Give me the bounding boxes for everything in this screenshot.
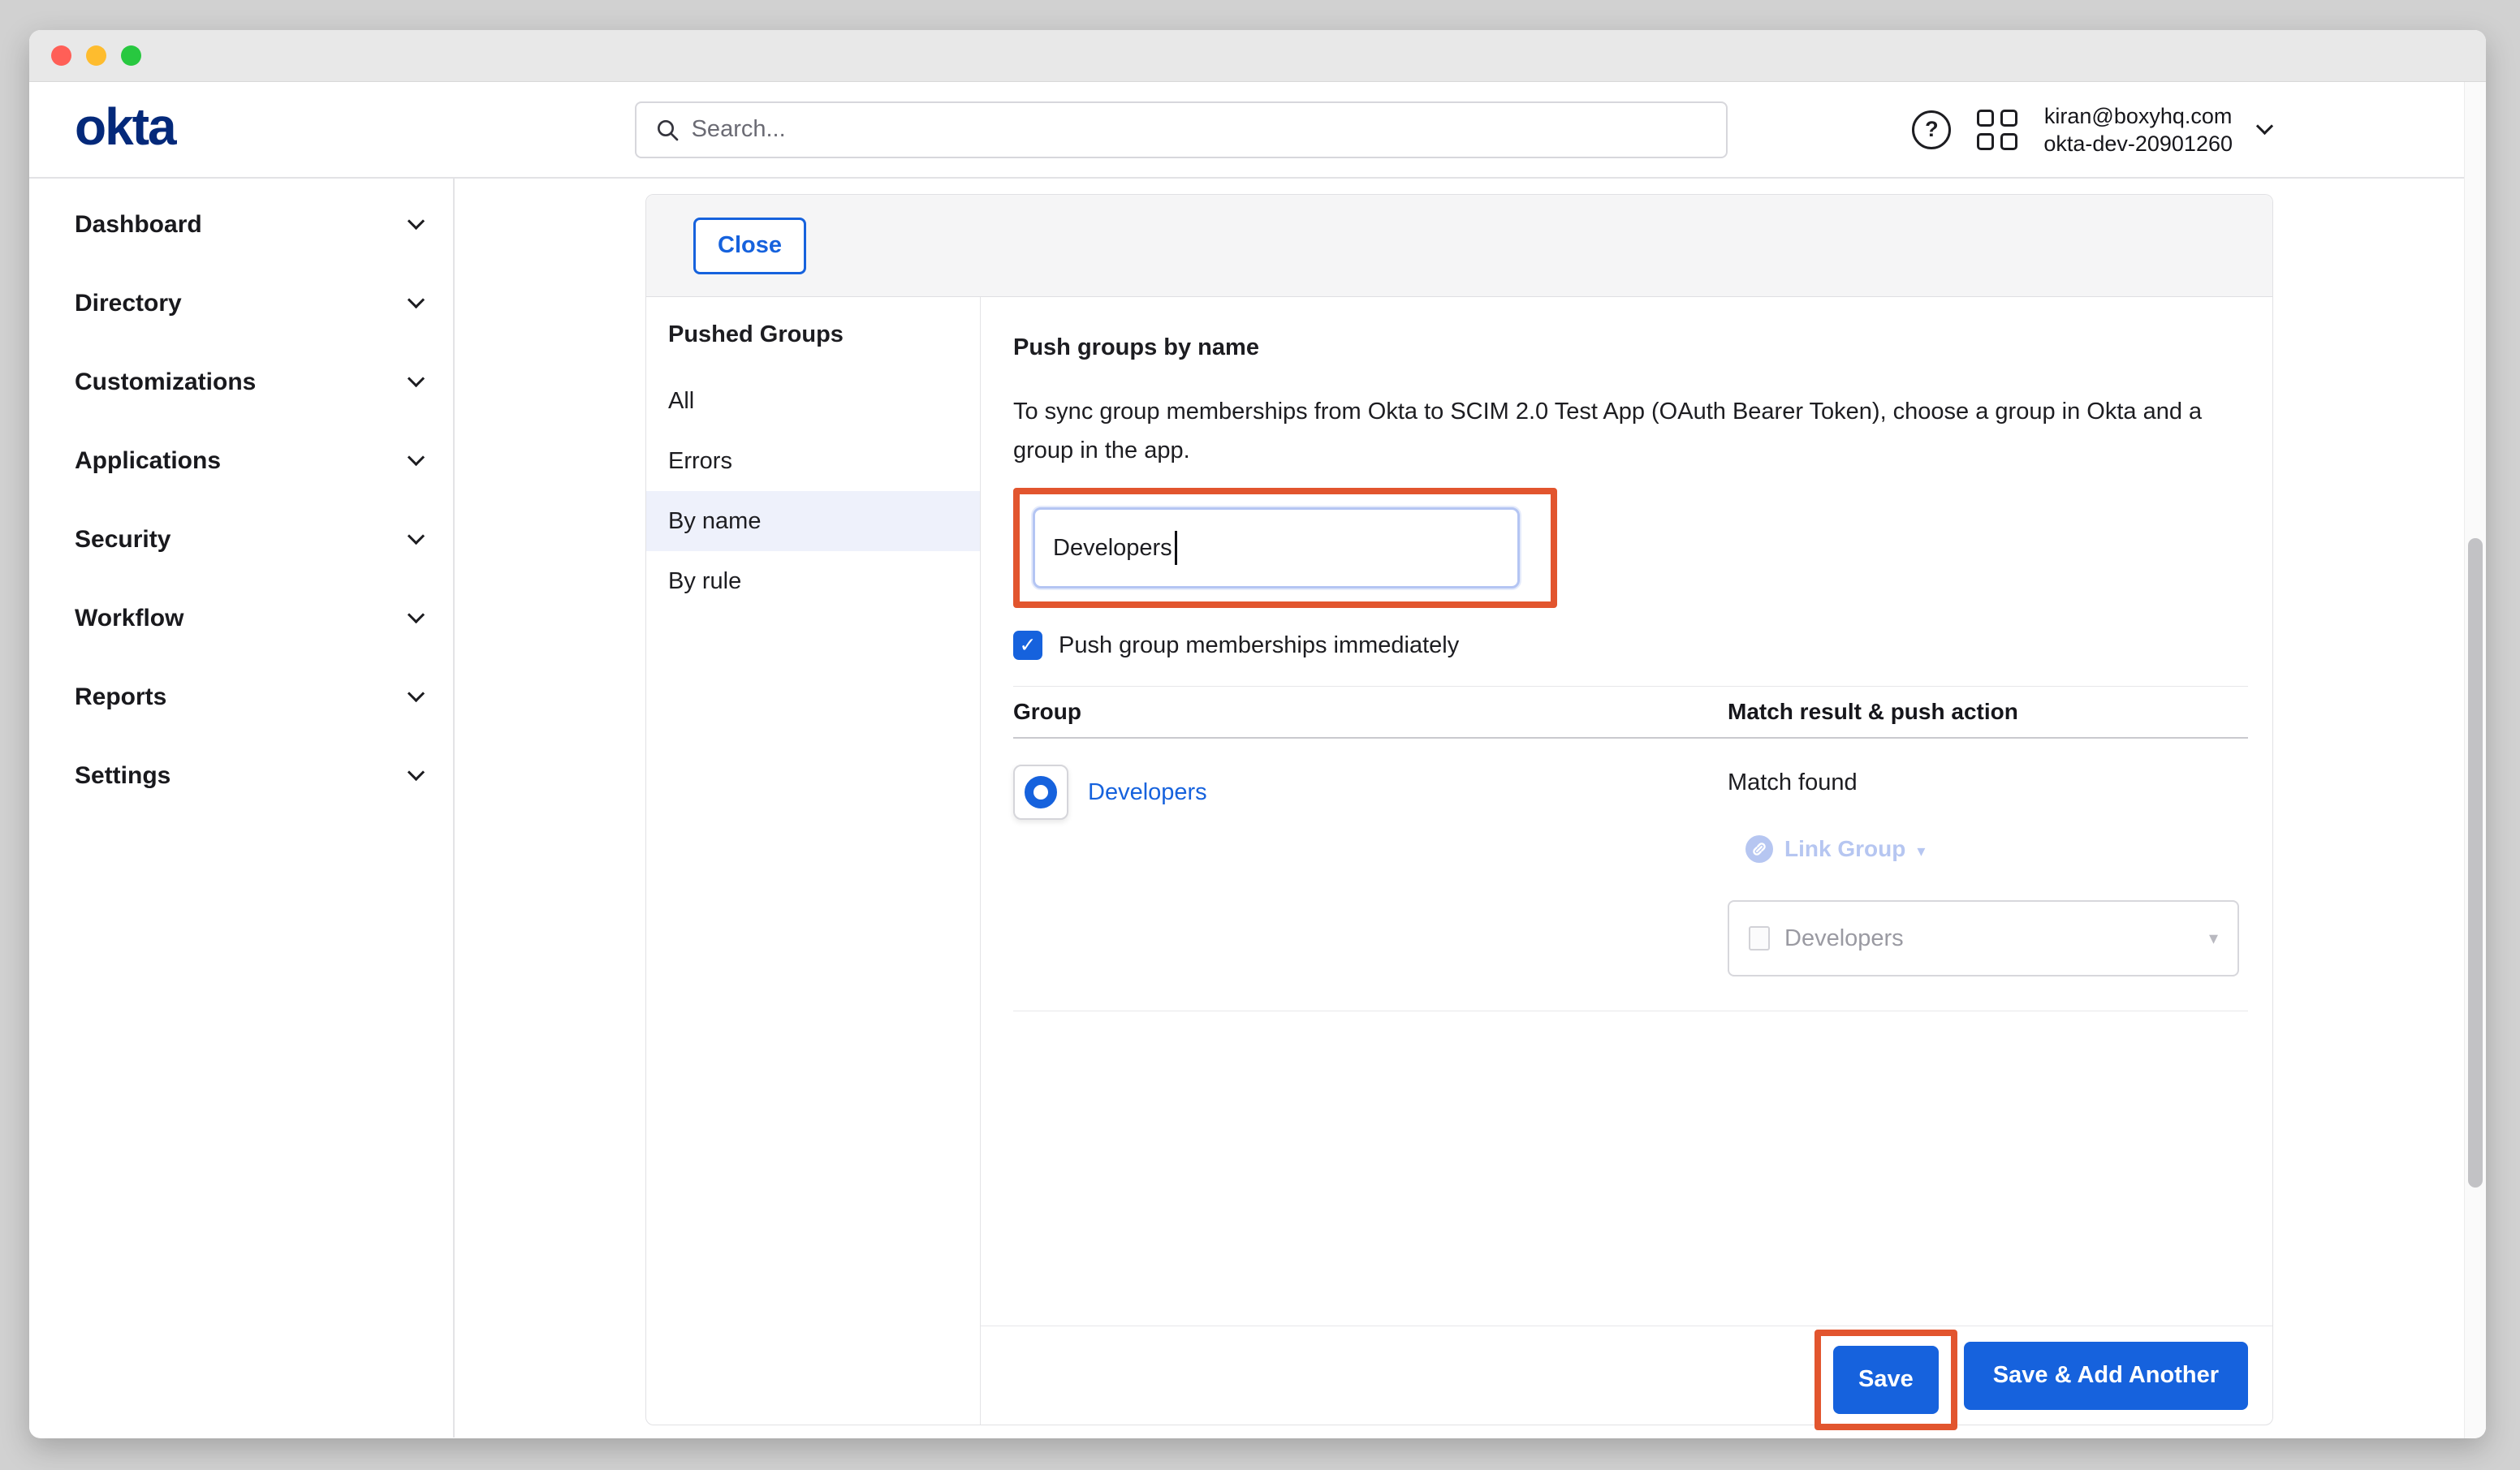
group-cell: Developers [1013,765,1728,820]
save-add-another-button[interactable]: Save & Add Another [1964,1342,2248,1410]
link-group-dropdown[interactable]: Link Group ▾ [1728,835,2248,863]
help-icon[interactable]: ? [1912,110,1951,149]
grid-cell [2000,110,2017,127]
checkbox-label: Push group memberships immediately [1059,632,1459,659]
group-name-input[interactable]: Developers [1033,507,1520,588]
main-area: Dashboard Directory Customizations Appli… [29,179,2486,1438]
pane-description: To sync group memberships from Okta to S… [1013,392,2215,470]
scrollbar-track[interactable] [2464,82,2486,1438]
sidebar-item-label: Directory [75,290,182,317]
column-header-group: Group [1013,699,1728,725]
okta-logo[interactable]: okta [75,101,175,159]
linked-group-select[interactable]: Developers ▾ [1728,900,2239,976]
chevron-down-icon[interactable] [2256,118,2273,135]
annotation-box-save: Save [1814,1330,1957,1430]
close-button[interactable]: Close [693,218,806,274]
sidebar-item-customizations[interactable]: Customizations [29,343,453,421]
sidebar-item-workflow[interactable]: Workflow [29,579,453,657]
app-header: okta ? kiran@boxyhq.com okta-dev-2090126… [29,82,2486,179]
sidebar-item-applications[interactable]: Applications [29,421,453,500]
nav-item-by-rule[interactable]: By rule [646,551,980,611]
app-switcher-icon[interactable] [1977,110,2017,150]
linked-group-value: Developers [1784,925,1904,952]
pane-heading: Push groups by name [1013,334,2248,361]
grid-cell [1977,110,1994,127]
header-actions: ? kiran@boxyhq.com okta-dev-20901260 [1912,102,2271,157]
chevron-down-icon [408,370,425,387]
account-menu[interactable]: kiran@boxyhq.com okta-dev-20901260 [2043,102,2233,157]
sidebar-item-label: Reports [75,683,166,711]
link-icon [1745,835,1773,863]
sidebar: Dashboard Directory Customizations Appli… [29,179,455,1438]
account-email: kiran@boxyhq.com [2043,102,2233,130]
sidebar-item-label: Settings [75,762,170,790]
sidebar-item-security[interactable]: Security [29,500,453,579]
caret-down-icon: ▾ [2209,928,2218,949]
sidebar-item-dashboard[interactable]: Dashboard [29,185,453,264]
sidebar-item-label: Applications [75,447,221,475]
push-by-name-pane: Push groups by name To sync group member… [981,297,2272,1425]
pushed-groups-title: Pushed Groups [646,297,980,371]
chevron-down-icon [408,291,425,308]
chevron-down-icon [408,606,425,623]
minimize-window-button[interactable] [86,45,106,66]
link-group-label: Link Group [1784,836,1905,862]
content-area: Close Pushed Groups All Errors By name B… [455,179,2486,1438]
push-groups-panel: Close Pushed Groups All Errors By name B… [645,194,2273,1425]
panel-body: Pushed Groups All Errors By name By rule… [646,297,2272,1425]
group-placeholder-icon [1749,926,1770,951]
sidebar-item-settings[interactable]: Settings [29,736,453,815]
group-match-table: Group Match result & push action Develop… [1013,686,2248,1011]
close-window-button[interactable] [51,45,71,66]
group-name-input-value: Developers [1053,535,1172,562]
search-bar[interactable] [635,101,1728,158]
sidebar-item-directory[interactable]: Directory [29,264,453,343]
sidebar-item-label: Security [75,526,170,554]
nav-item-by-name[interactable]: By name [646,491,980,551]
table-header-row: Group Match result & push action [1013,687,2248,739]
push-immediately-option[interactable]: ✓ Push group memberships immediately [1013,631,1459,660]
pushed-groups-nav: Pushed Groups All Errors By name By rule [646,297,981,1425]
table-row: Developers Match found [1013,739,2248,1011]
chevron-down-icon [408,685,425,702]
nav-item-all[interactable]: All [646,371,980,431]
panel-header: Close [646,195,2272,297]
push-by-name-content: Push groups by name To sync group member… [981,297,2272,1326]
sidebar-item-reports[interactable]: Reports [29,657,453,736]
group-icon [1013,765,1068,820]
chevron-down-icon [408,764,425,781]
search-icon [654,117,680,143]
chevron-down-icon [408,213,425,230]
match-status: Match found [1728,769,2248,796]
nav-item-errors[interactable]: Errors [646,431,980,491]
column-header-match-result: Match result & push action [1728,699,2248,725]
browser-window: okta ? kiran@boxyhq.com okta-dev-2090126… [29,30,2486,1438]
grid-cell [2000,133,2017,150]
grid-cell [1977,133,1994,150]
search-input[interactable] [692,116,1708,143]
window-titlebar [29,30,2486,82]
caret-down-icon: ▾ [1917,838,1925,861]
group-link[interactable]: Developers [1088,779,1207,806]
chevron-down-icon [408,528,425,545]
sidebar-item-label: Dashboard [75,211,202,239]
text-cursor [1175,531,1177,565]
scrollbar-thumb[interactable] [2468,538,2483,1188]
sidebar-item-label: Customizations [75,369,256,396]
annotation-box-input: Developers [1013,488,1557,608]
panel-footer: Save Save & Add Another [981,1326,2272,1425]
account-org: okta-dev-20901260 [2043,130,2233,157]
group-ring-icon [1025,776,1057,808]
chevron-down-icon [408,449,425,466]
fullscreen-window-button[interactable] [121,45,141,66]
checkbox-checked-icon[interactable]: ✓ [1013,631,1042,660]
save-button[interactable]: Save [1833,1346,1939,1414]
sidebar-item-label: Workflow [75,605,183,632]
